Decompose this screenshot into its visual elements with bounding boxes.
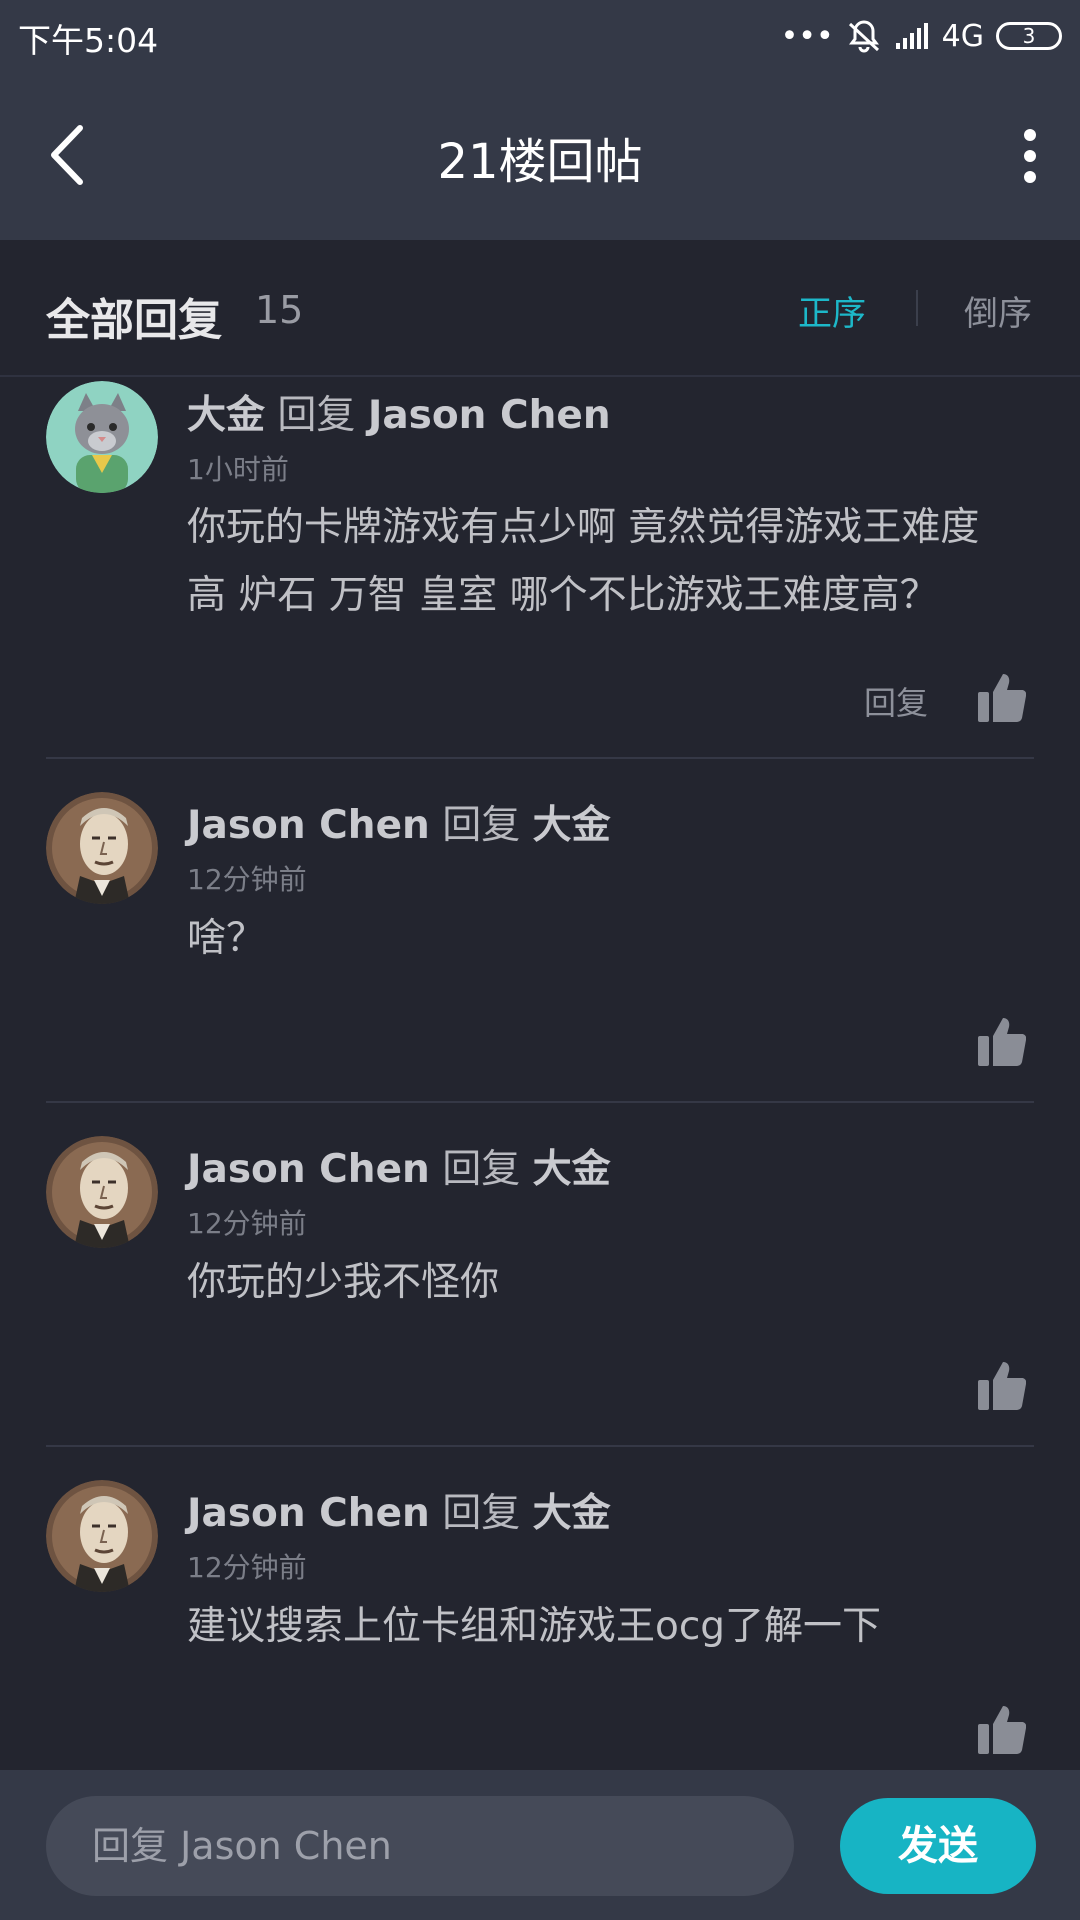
- comment-author[interactable]: 大金: [187, 393, 265, 438]
- comment-author[interactable]: Jason Chen: [187, 803, 430, 848]
- divider: [46, 1101, 1034, 1103]
- battery-icon: 3: [996, 22, 1062, 50]
- thumbs-up-icon[interactable]: [978, 672, 1026, 722]
- comment-time: 12分钟前: [187, 1207, 307, 1240]
- comment-author[interactable]: Jason Chen: [187, 1491, 430, 1536]
- reply-word: 回复: [277, 393, 356, 438]
- comment-text: 建议搜索上位卡组和游戏王ocg了解一下: [187, 1604, 882, 1649]
- more-options-button[interactable]: [1010, 126, 1050, 186]
- header: 下午5:04 ••• 4G 3 21楼回帖: [0, 0, 1080, 240]
- comment-text: 啥？: [187, 916, 266, 961]
- sort-ascending-button[interactable]: 正序: [798, 286, 866, 335]
- reply-composer: 发送: [0, 1770, 1080, 1920]
- comment-header: Jason Chen 回复 大金: [187, 794, 611, 850]
- replies-header: 全部回复 15 正序 倒序: [0, 240, 1080, 377]
- thumbs-up-icon[interactable]: [978, 1016, 1026, 1066]
- reply-word: 回复: [442, 803, 521, 848]
- comment-time: 12分钟前: [187, 863, 307, 896]
- reply-button[interactable]: 回复: [864, 678, 928, 724]
- comment-text: 你玩的少我不怪你: [187, 1260, 500, 1305]
- comment-author[interactable]: Jason Chen: [187, 1147, 430, 1192]
- thumbs-up-icon[interactable]: [978, 1360, 1026, 1410]
- reply-word: 回复: [442, 1491, 521, 1536]
- reply-count: 15: [255, 288, 304, 332]
- network-label: 4G: [941, 18, 984, 54]
- reply-word: 回复: [442, 1147, 521, 1192]
- status-icons: ••• 4G 3: [781, 14, 1062, 58]
- comment-header: Jason Chen 回复 大金: [187, 1138, 611, 1194]
- reply-target[interactable]: 大金: [533, 1491, 611, 1536]
- more-dots-icon: •••: [780, 18, 834, 54]
- signal-icon: [895, 23, 928, 49]
- comment-text: 你玩的卡牌游戏有点少啊 竟然觉得游戏王难度高 炉石 万智 皇室 哪个不比游戏王难…: [187, 505, 980, 618]
- mute-bell-icon: [848, 20, 879, 53]
- comment-header: Jason Chen 回复 大金: [187, 1482, 611, 1538]
- comment-header: 大金 回复 Jason Chen: [187, 384, 611, 440]
- divider: [46, 1445, 1034, 1447]
- reply-input[interactable]: [46, 1796, 794, 1896]
- page-title: 21楼回帖: [437, 134, 643, 190]
- sort-descending-button[interactable]: 倒序: [964, 286, 1032, 335]
- comment-time: 1小时前: [187, 453, 289, 486]
- sort-divider: [916, 290, 918, 326]
- divider: [46, 757, 1034, 759]
- reply-target[interactable]: 大金: [533, 1147, 611, 1192]
- reply-target[interactable]: Jason Chen: [368, 393, 611, 438]
- cat-avatar[interactable]: [46, 381, 158, 493]
- old-man-avatar[interactable]: [46, 1136, 158, 1248]
- all-replies-title: 全部回复: [46, 295, 222, 346]
- thumbs-up-icon[interactable]: [978, 1704, 1026, 1754]
- status-time: 下午5:04: [18, 21, 159, 60]
- reply-target[interactable]: 大金: [533, 803, 611, 848]
- send-button[interactable]: 发送: [840, 1798, 1036, 1894]
- comment-time: 12分钟前: [187, 1551, 307, 1584]
- old-man-avatar[interactable]: [46, 792, 158, 904]
- old-man-avatar[interactable]: [46, 1480, 158, 1592]
